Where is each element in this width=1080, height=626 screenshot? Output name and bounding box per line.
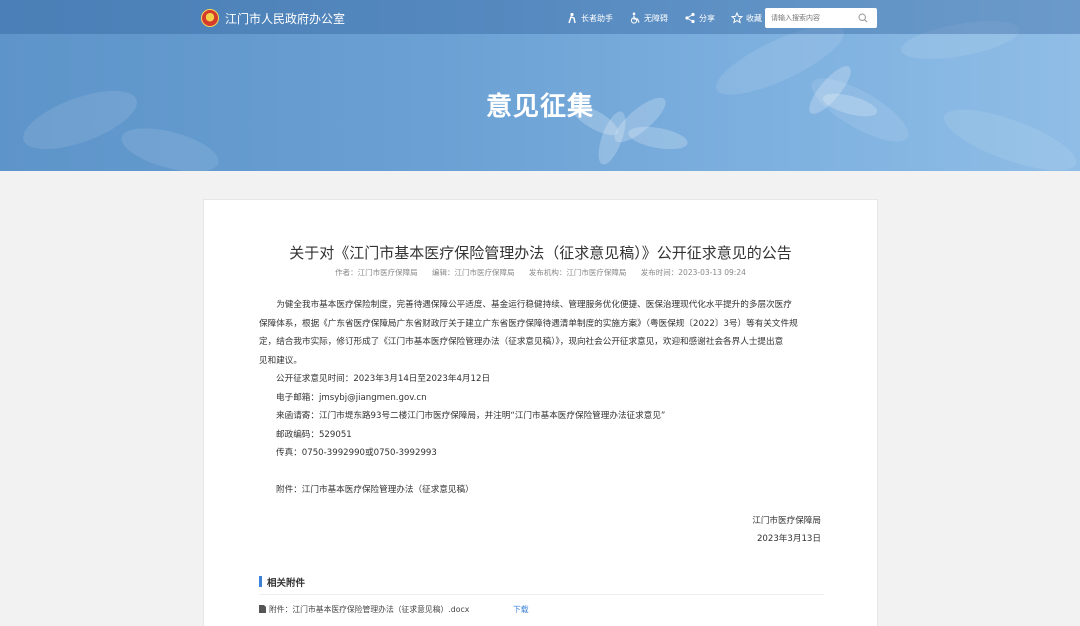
site-logo[interactable]: 江门市人民政府办公室 (201, 8, 345, 28)
attachments-heading: 相关附件 (259, 575, 824, 595)
postal-code: 邮政编码：529051 (276, 429, 352, 440)
site-name: 江门市人民政府办公室 (225, 11, 346, 26)
document-icon (259, 605, 266, 613)
attachment-name[interactable]: 附件：江门市基本医疗保险管理办法（征求意见稿）.docx (269, 604, 469, 615)
elder-icon (568, 12, 576, 24)
meta-publisher: 发布机构：江门市医疗保障局 (528, 268, 627, 277)
mailing-address: 来函请寄：江门市堤东路93号二楼江门市医疗保障局，并注明“江门市基本医疗保险管理… (276, 411, 666, 421)
favorite-label: 收藏 (746, 13, 762, 23)
share-icon (685, 12, 695, 24)
article-body: 为健全我市基本医疗保险制度，完善待遇保障公平适度、基金运行稳健持续、管理服务优化… (259, 296, 824, 500)
search-button[interactable] (853, 8, 873, 28)
search-icon (858, 13, 868, 23)
intro-line-1: 为健全我市基本医疗保险制度，完善待遇保障公平适度、基金运行稳健持续、管理服务优化… (276, 300, 792, 310)
article-card: 关于对《江门市基本医疗保险管理办法（征求意见稿）》公开征求意见的公告 作者：江门… (203, 199, 878, 626)
intro-line-4: 见和建议。 (259, 355, 302, 366)
header-tools: 长者助手 无障碍 分享 收藏 (566, 10, 778, 26)
meta-date: 发布时间：2023-03-13 09:24 (640, 268, 746, 277)
intro-line-3: 定，结合我市实际，修订形成了《江门市基本医疗保险管理办法（征求意见稿）》，现向社… (259, 337, 784, 347)
page-title: 意见征集 (485, 92, 594, 122)
search-input[interactable] (765, 9, 853, 27)
accessibility-label: 无障碍 (644, 13, 668, 23)
page-banner: 江门市人民政府办公室 长者助手 无障碍 分享 收藏 请输入搜索内容 意见征集 (0, 0, 1080, 171)
elder-assistant-button[interactable]: 长者助手 (566, 12, 613, 24)
favorite-button[interactable]: 收藏 (731, 12, 762, 24)
star-icon (731, 12, 743, 24)
search-box (765, 8, 877, 28)
elder-assistant-label: 长者助手 (581, 13, 613, 23)
intro-line-2: 保障体系，根据《广东省医疗保障局广东省财政厅关于建立广东省医疗保障待遇清单制度的… (259, 318, 798, 329)
accessibility-button[interactable]: 无障碍 (629, 12, 668, 24)
contact-email: 电子邮箱：jmsybj@jiangmen.gov.cn (276, 392, 427, 403)
meta-editor: 编辑：江门市医疗保障局 (432, 268, 515, 277)
top-bar (0, 0, 1080, 34)
meta-author: 作者：江门市医疗保障局 (335, 268, 418, 277)
attachments-heading-label: 相关附件 (267, 578, 306, 589)
share-button[interactable]: 分享 (684, 12, 715, 24)
signature-date: 2023年3月13日 (756, 534, 821, 544)
accessibility-icon (630, 12, 640, 24)
national-emblem-icon (201, 9, 219, 27)
heading-accent-bar (259, 576, 262, 587)
attachment-item: 附件：江门市基本医疗保险管理办法（征求意见稿）.docx 下载 (259, 602, 824, 616)
signature-org: 江门市医疗保障局 (752, 516, 821, 526)
article-meta: 作者：江门市医疗保障局 编辑：江门市医疗保障局 发布机构：江门市医疗保障局 发布… (204, 267, 877, 278)
download-link[interactable]: 下载 (513, 604, 529, 615)
attachment-note: 附件：江门市基本医疗保险管理办法（征求意见稿） (276, 485, 474, 495)
comment-period: 公开征求意见时间：2023年3月14日至2023年4月12日 (276, 374, 491, 384)
fax-number: 传真：0750-3992990或0750-3992993 (276, 448, 437, 458)
article-title: 关于对《江门市基本医疗保险管理办法（征求意见稿）》公开征求意见的公告 (289, 244, 792, 262)
share-label: 分享 (699, 13, 715, 23)
